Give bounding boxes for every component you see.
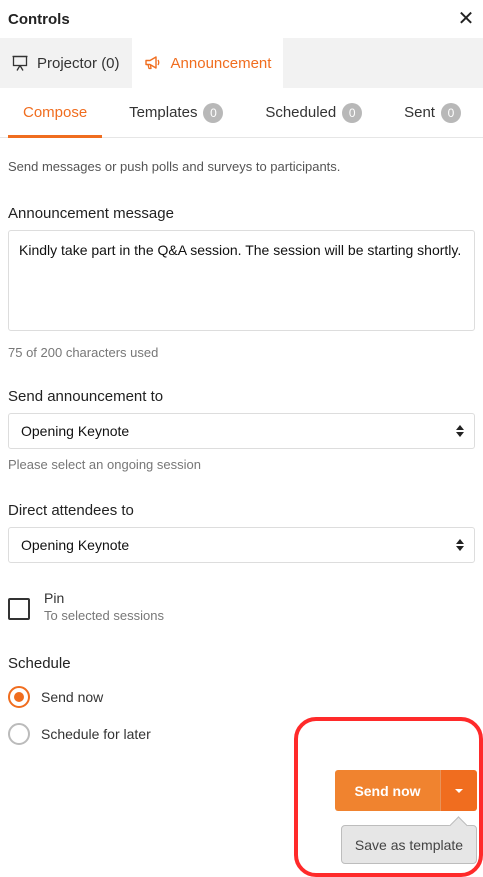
send-to-hint: Please select an ongoing session — [8, 457, 201, 472]
panel-header: Controls ✕ — [0, 0, 483, 38]
pin-option: Pin To selected sessions — [8, 590, 475, 623]
send-to-value: Opening Keynote — [21, 423, 130, 439]
send-now-button[interactable]: Send now — [335, 770, 440, 811]
radio-schedule-later-circle[interactable] — [8, 723, 30, 745]
tab-scheduled-label: Scheduled — [265, 104, 337, 121]
intro-text: Send messages or push polls and surveys … — [8, 159, 341, 174]
sub-tabs: Compose Templates 0 Scheduled 0 Sent 0 — [0, 88, 483, 138]
tab-scheduled[interactable]: Scheduled 0 — [250, 88, 377, 137]
send-options-dropdown-button[interactable] — [440, 770, 477, 811]
message-label: Announcement message — [8, 205, 174, 222]
save-as-template-option[interactable]: Save as template — [341, 825, 477, 864]
radio-send-now[interactable]: Send now — [8, 686, 475, 708]
direct-to-select[interactable]: Opening Keynote — [8, 527, 475, 563]
schedule-label: Schedule — [8, 655, 71, 672]
megaphone-icon — [144, 56, 159, 70]
projector-icon — [12, 55, 28, 71]
sent-count-badge: 0 — [440, 102, 461, 123]
direct-to-label: Direct attendees to — [8, 502, 134, 519]
scheduled-count-badge: 0 — [342, 102, 363, 123]
select-arrows-icon — [456, 425, 464, 437]
tab-sent-label: Sent — [404, 104, 435, 121]
tab-compose[interactable]: Compose — [8, 88, 103, 138]
panel-title: Controls — [8, 10, 70, 28]
pin-checkbox[interactable] — [8, 598, 30, 620]
tab-projector[interactable]: Projector (0) — [0, 38, 132, 88]
send-to-label: Send announcement to — [8, 388, 164, 405]
char-count: 75 of 200 characters used — [8, 345, 159, 360]
pin-sublabel: To selected sessions — [44, 608, 164, 623]
templates-count-badge: 0 — [203, 102, 224, 123]
radio-schedule-later[interactable]: Schedule for later — [8, 723, 475, 745]
send-to-select[interactable]: Opening Keynote — [8, 413, 475, 449]
radio-send-now-circle[interactable] — [8, 686, 30, 708]
tab-announcement-label: Announcement — [170, 54, 272, 72]
direct-to-value: Opening Keynote — [21, 537, 130, 553]
tab-compose-label: Compose — [23, 104, 88, 121]
pin-label: Pin — [44, 590, 65, 606]
tab-announcement[interactable]: Announcement — [131, 38, 284, 88]
compose-form: Send messages or push polls and surveys … — [0, 159, 483, 745]
message-textarea[interactable]: Kindly take part in the Q&A session. The… — [8, 230, 475, 331]
tab-templates-label: Templates — [129, 104, 198, 121]
tab-templates[interactable]: Templates 0 — [114, 88, 238, 137]
caret-down-icon — [455, 788, 463, 793]
main-tabs: Projector (0) Announcement — [0, 38, 483, 88]
radio-send-now-label: Send now — [41, 689, 104, 705]
tab-sent[interactable]: Sent 0 — [389, 88, 475, 137]
close-icon[interactable]: ✕ — [457, 9, 475, 29]
tab-projector-label: Projector (0) — [37, 54, 120, 72]
select-arrows-icon — [456, 539, 464, 551]
radio-schedule-later-label: Schedule for later — [41, 726, 151, 742]
send-button-group: Send now — [335, 770, 477, 811]
